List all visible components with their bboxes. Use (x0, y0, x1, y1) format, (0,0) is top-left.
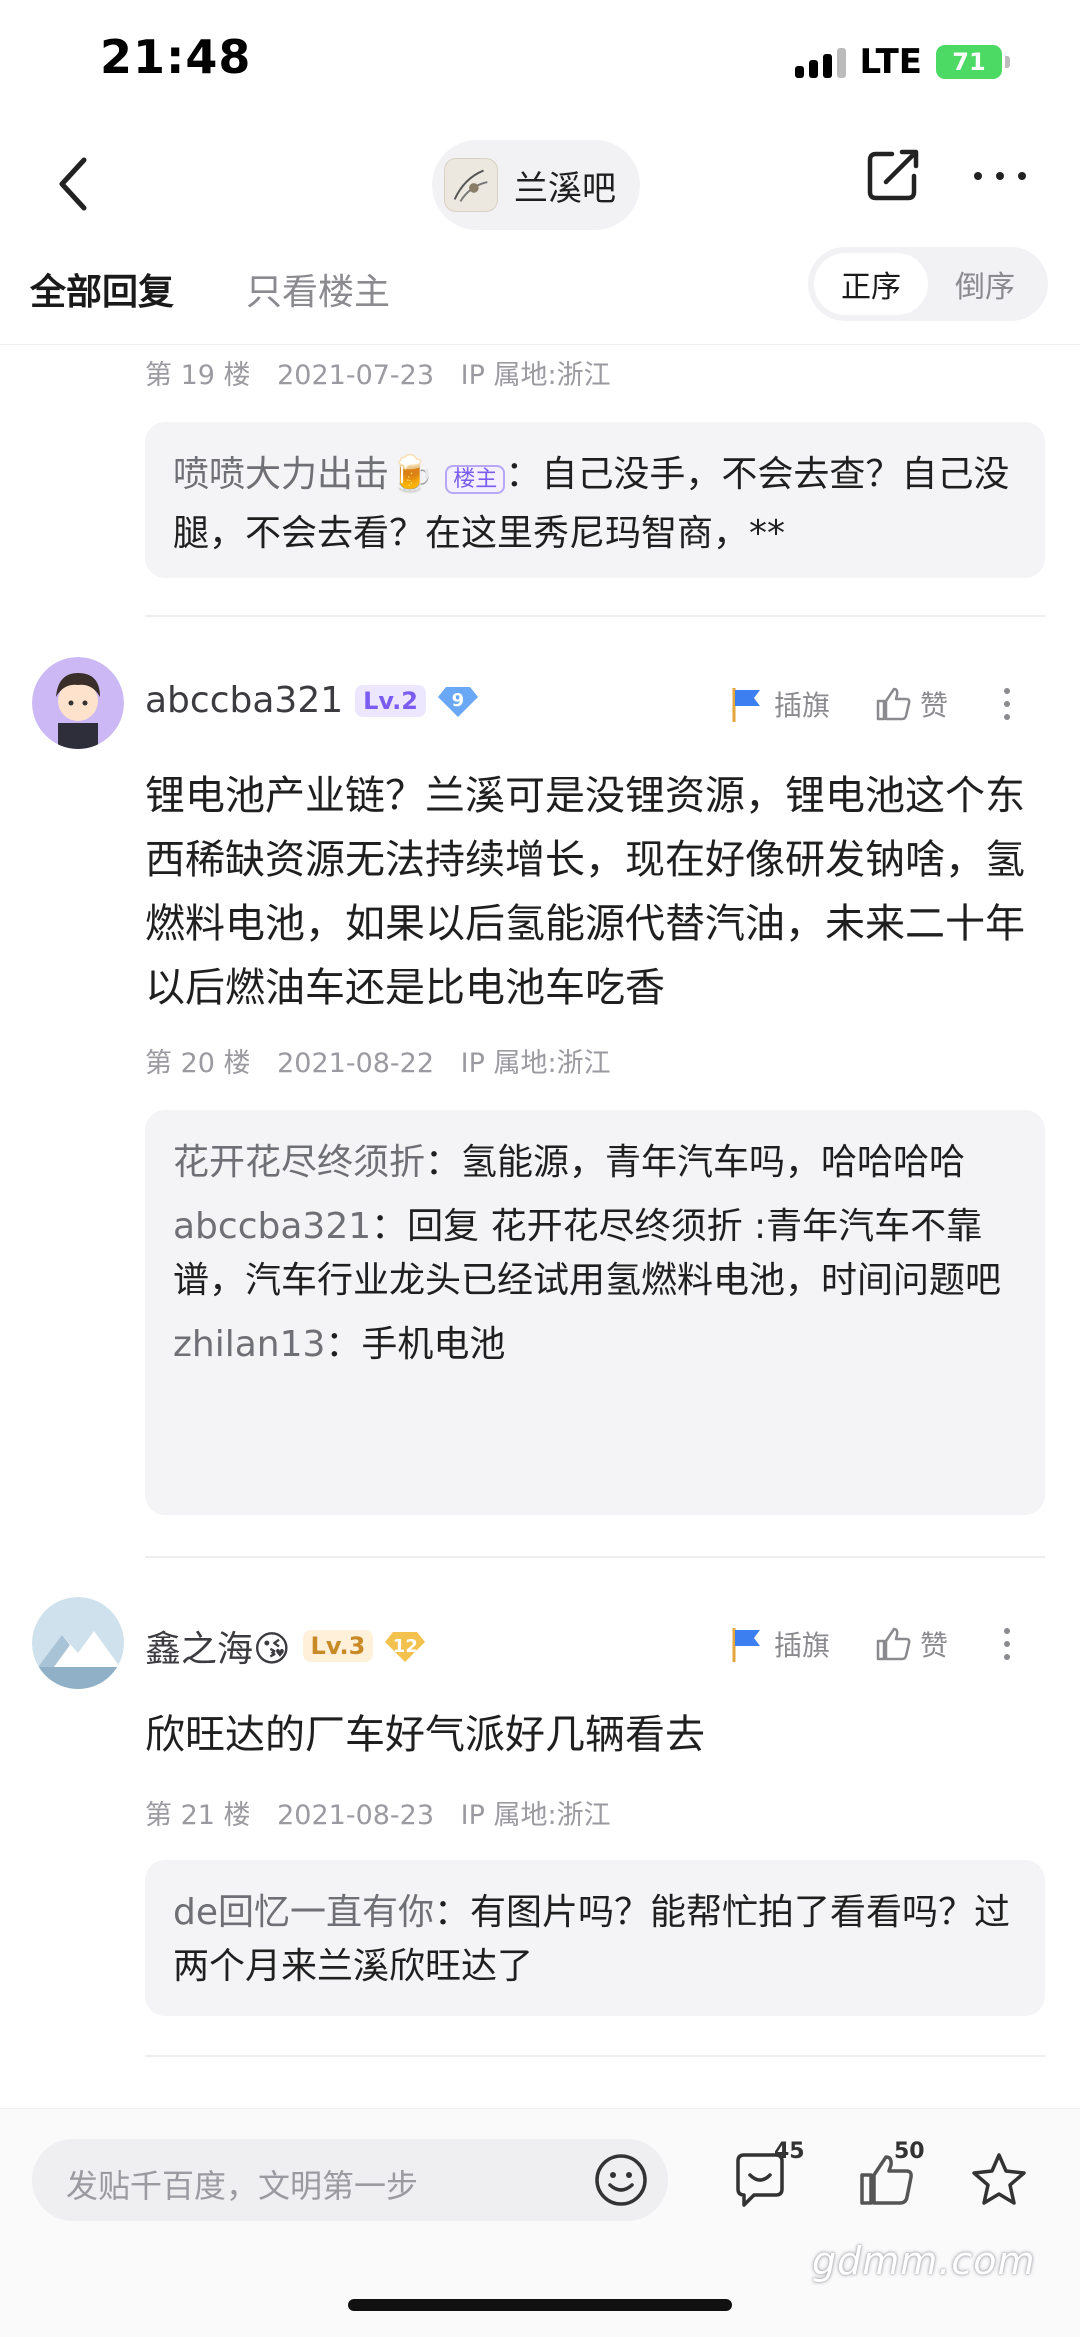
watermark: gdmm.com (812, 2239, 1036, 2283)
reply-item: 喷喷大力出击🍺 楼主 ：自己没手，不会去查？自己没腿，不会去看？在这里秀尼玛智商，… (173, 454, 1010, 554)
signal-icon (794, 46, 846, 78)
avatar[interactable] (32, 657, 124, 749)
post-actions: 插旗 赞 (726, 1624, 1011, 1664)
reply-username[interactable]: 花开花尽终须折 (173, 1142, 425, 1183)
forum-name: 兰溪吧 (514, 168, 616, 209)
tab-all-replies[interactable]: 全部回复 (30, 263, 174, 315)
flag-label: 插旗 (774, 1629, 831, 1662)
back-icon[interactable] (52, 154, 96, 214)
reply-item[interactable]: abccba321：回复 花开花尽终须折 :青年汽车不靠谱，汽车行业龙头已经试用… (173, 1200, 1017, 1308)
thumbs-up-icon (876, 1627, 911, 1661)
status-indicators: LTE 71 (794, 42, 1010, 82)
reply-username[interactable]: 喷喷大力出击 (173, 454, 389, 495)
floor-number: 第 21 楼 (145, 1800, 251, 1831)
post-more-icon[interactable] (1004, 1628, 1011, 1660)
ip-location: IP 属地:浙江 (460, 1048, 611, 1079)
battery-level: 71 (936, 45, 1002, 79)
post-author: 鑫之海😘 Lv.3 12 (145, 1620, 426, 1672)
edit-icon[interactable] (862, 146, 922, 206)
like-count: 50 (894, 2139, 925, 2164)
flag-button[interactable]: 插旗 (726, 684, 830, 724)
username[interactable]: 鑫之海😘 (145, 1620, 291, 1672)
reply-username[interactable]: de回忆一直有你 (173, 1892, 434, 1933)
reply-text: 氢能源，青年汽车吗，哈哈哈哈 (461, 1142, 966, 1183)
reply-tabs: 全部回复 只看楼主 正序 倒序 (0, 245, 1080, 345)
beer-icon: 🍺 (389, 454, 434, 495)
reply-item[interactable]: de回忆一直有你：有图片吗？能帮忙拍了看看吗？过两个月来兰溪欣旺达了 (173, 1886, 1017, 1994)
op-badge: 楼主 (445, 465, 506, 494)
reply-text: 手机电池 (361, 1324, 506, 1365)
ip-location: IP 属地:浙江 (460, 1800, 611, 1831)
level-badge: Lv.2 (355, 684, 426, 717)
reply-input-placeholder: 发贴千百度，文明第一步 (66, 2167, 419, 2205)
floor-number: 第 19 楼 (145, 360, 251, 391)
flag-label: 插旗 (774, 689, 831, 722)
floor-number: 第 20 楼 (145, 1048, 251, 1079)
level-badge: Lv.3 (302, 1630, 374, 1662)
gem-icon: 9 (437, 685, 478, 717)
sort-ascending-button[interactable]: 正序 (814, 253, 928, 315)
post-content: 锂电池产业链？兰溪可是没锂资源，锂电池这个东西稀缺资源无法持续增长，现在好像研发… (145, 773, 1025, 1011)
nav-bar: 兰溪吧 (0, 130, 1080, 240)
like-button[interactable]: 赞 (874, 1624, 948, 1664)
reply-item[interactable]: zhilan13：手机电池 (173, 1318, 1017, 1372)
emoji-icon[interactable] (592, 2151, 650, 2209)
reply-box[interactable]: 花开花尽终须折：氢能源，青年汽车吗，哈哈哈哈 abccba321：回复 花开花尽… (145, 1110, 1045, 1515)
reply-box[interactable]: 喷喷大力出击🍺 楼主 ：自己没手，不会去查？自己没腿，不会去看？在这里秀尼玛智商，… (145, 422, 1045, 578)
battery-icon: 71 (936, 45, 1010, 79)
like-button[interactable]: 赞 (874, 684, 948, 724)
flag-icon (732, 1628, 760, 1662)
more-options-icon[interactable] (974, 172, 1026, 180)
sort-descending-button[interactable]: 倒序 (928, 253, 1042, 315)
status-bar: 21:48 LTE 71 (0, 0, 1080, 120)
bottom-bar: 发贴千百度，文明第一步 45 50 gdmm.com (0, 2108, 1080, 2337)
gem-icon: 12 (385, 1630, 426, 1662)
post-author: abccba321 Lv.2 9 (145, 680, 478, 721)
avatar[interactable] (32, 1597, 124, 1689)
flag-button[interactable]: 插旗 (726, 1624, 830, 1664)
home-indicator[interactable] (348, 2299, 732, 2311)
comment-count: 45 (774, 2139, 805, 2164)
like-label: 赞 (920, 689, 949, 722)
network-label: LTE (859, 42, 922, 82)
forum-header[interactable]: 兰溪吧 (432, 140, 640, 230)
post-meta: 第 21 楼 2021-08-23 IP 属地:浙江 (145, 1793, 629, 1832)
post-more-icon[interactable] (1004, 688, 1011, 720)
status-time: 21:48 (100, 30, 252, 84)
divider (145, 1556, 1045, 1558)
divider (145, 615, 1045, 617)
post-meta: 第 19 楼 2021-07-23 IP 属地:浙江 (145, 353, 629, 392)
forum-avatar (444, 158, 498, 212)
post-date: 2021-08-23 (277, 1800, 435, 1831)
reply-box[interactable]: de回忆一直有你：有图片吗？能帮忙拍了看看吗？过两个月来兰溪欣旺达了 (145, 1860, 1045, 2016)
username[interactable]: abccba321 (145, 680, 343, 721)
reply-username[interactable]: abccba321 (173, 1206, 371, 1247)
flag-icon (732, 688, 760, 722)
post-actions: 插旗 赞 (726, 684, 1011, 724)
like-label: 赞 (920, 1629, 949, 1662)
post-date: 2021-07-23 (277, 360, 435, 391)
ip-location: IP 属地:浙江 (460, 360, 611, 391)
favorite-star-icon[interactable] (968, 2149, 1030, 2211)
post-content: 欣旺达的厂车好气派好几辆看去 (145, 1712, 705, 1758)
post-meta: 第 20 楼 2021-08-22 IP 属地:浙江 (145, 1041, 629, 1080)
sort-order-toggle: 正序 倒序 (808, 247, 1048, 321)
reply-username[interactable]: zhilan13 (173, 1324, 325, 1365)
gem-count: 12 (392, 1635, 418, 1657)
divider (145, 2055, 1045, 2057)
reply-input[interactable]: 发贴千百度，文明第一步 (32, 2139, 668, 2221)
gem-count: 9 (451, 690, 465, 711)
post-date: 2021-08-22 (277, 1048, 435, 1079)
thumbs-up-icon (876, 687, 911, 721)
reply-item[interactable]: 花开花尽终须折：氢能源，青年汽车吗，哈哈哈哈 (173, 1136, 1017, 1190)
tab-only-op[interactable]: 只看楼主 (246, 263, 390, 315)
